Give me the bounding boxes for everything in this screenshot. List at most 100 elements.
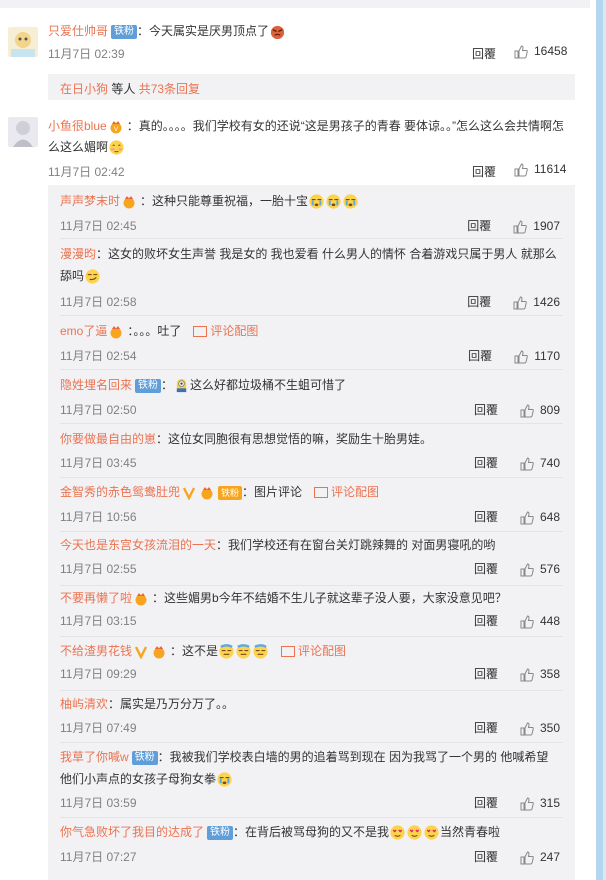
like-button[interactable]: 16458	[514, 44, 567, 59]
thumbs-up-icon	[520, 668, 534, 682]
avatar[interactable]	[8, 117, 38, 147]
reply-username[interactable]: 隐姓埋名回来	[60, 378, 132, 392]
reply-username[interactable]: 不给渣男花钱	[60, 644, 132, 658]
reply-text: ：这种只能尊重祝福，一胎十宝	[140, 194, 309, 208]
thumbs-up-icon	[520, 797, 534, 811]
reply-meta: 11月7日 02:54 回覆 1170	[60, 347, 560, 364]
reply-text: ：这位女同胞很有思想觉悟的嘛，奖励生十胎男娃。	[156, 432, 433, 446]
thumbs-up-icon	[520, 404, 534, 418]
reply-text-row: 不要再懒了啦 ：这些媚男b今年不结婚不生儿子就这辈子没人要，大家没意见吧？	[60, 587, 560, 609]
reply-time: 11月7日 02:50	[60, 403, 137, 417]
reply-username[interactable]: 漫漫昀	[60, 247, 96, 261]
like-button[interactable]: 740	[520, 456, 560, 471]
like-count: 1170	[534, 349, 560, 363]
reply-username[interactable]: 金智秀的赤色鸳鸯肚兜	[60, 485, 180, 499]
comment-image-link[interactable]: 评论配图	[281, 644, 346, 658]
reply-meta: 11月7日 02:55 回覆 576	[60, 560, 560, 577]
thumbs-up-icon	[514, 45, 528, 59]
more-replies-user[interactable]: 在日小狗	[60, 82, 108, 96]
reply-text-row: emo了逼 ：。。。吐了 评论配图	[60, 320, 560, 342]
like-count: 1426	[533, 295, 560, 309]
shy-face-emoji-icon	[109, 140, 124, 155]
reply-meta: 11月7日 03:59 回覆 315	[60, 794, 560, 811]
like-button[interactable]: 350	[520, 721, 560, 736]
like-count: 350	[539, 721, 560, 735]
minion-emoji-icon	[176, 379, 187, 393]
like-button[interactable]: 358	[520, 667, 560, 682]
verified-v-icon	[134, 646, 148, 659]
reply-text: ：在背后被骂母狗的又不是我	[233, 825, 390, 839]
reply-time: 11月7日 02:45	[60, 219, 137, 233]
reply-button[interactable]: 回覆	[474, 456, 498, 470]
heart-eyes-emoji-icon	[390, 825, 405, 840]
like-button[interactable]: 448	[520, 614, 560, 629]
more-replies-bar[interactable]: 在日小狗 等人 共73条回复	[48, 74, 575, 100]
reply-username[interactable]: 我草了你喊w	[60, 750, 129, 764]
reply-username[interactable]: 你要做最自由的崽	[60, 432, 156, 446]
like-button[interactable]: 1907	[513, 219, 560, 234]
like-button[interactable]: 1170	[514, 349, 560, 364]
reply-button[interactable]: 回覆	[467, 219, 491, 233]
sweat-emoji-icon	[253, 644, 268, 659]
comment-image-label: 评论配图	[298, 644, 347, 658]
comment-username[interactable]: 只爱仕帅哥	[48, 24, 108, 38]
heart-eyes-emoji-icon	[424, 825, 439, 840]
reply-button[interactable]: 回覆	[474, 562, 498, 576]
reply-username[interactable]: emo了逼	[60, 324, 107, 338]
iron-fan-badge: 铁粉	[218, 485, 243, 500]
comment-text: ：真的。。。。我们学校有女的还说“这是男孩子的青春 要体谅。。”怎么这么会共情啊…	[48, 119, 565, 154]
like-button[interactable]: 648	[520, 510, 560, 525]
divider	[60, 636, 563, 637]
like-button[interactable]: 576	[520, 562, 560, 577]
crying-emoji-icon	[217, 772, 232, 787]
reply-button[interactable]: 回覆	[474, 850, 498, 864]
reply-time: 11月7日 03:59	[60, 796, 137, 810]
comment-text-row: 只爱仕帅哥 铁粉 ：今天属实是厌男顶点了	[48, 22, 588, 40]
reply-text: ：属实是乃万分万了。。	[108, 697, 235, 711]
image-icon	[281, 646, 296, 658]
reply-username[interactable]: 声声梦末时	[60, 194, 120, 208]
reply-button[interactable]: 回覆	[474, 721, 498, 735]
comment-username[interactable]: 小鱼很blue	[48, 119, 107, 133]
reply-button[interactable]: 回覆	[472, 45, 496, 62]
reply-button[interactable]: 回覆	[474, 667, 498, 681]
reply-time: 11月7日 09:29	[60, 667, 137, 681]
comment-image-link[interactable]: 评论配图	[193, 324, 258, 338]
like-button[interactable]: 11614	[514, 162, 566, 177]
like-button[interactable]: 315	[520, 796, 560, 811]
reply-username[interactable]: 你气急败坏了我目的达成了	[60, 825, 204, 839]
reply-button[interactable]: 回覆	[474, 403, 498, 417]
reply-username[interactable]: 今天也是东宫女孩流泪的一天	[60, 538, 216, 552]
divider	[60, 423, 563, 424]
reply-text: ：这女的败坏女生声誉 我是女的 我也爱看 什么男人的情怀 合着游戏只属于男人 就…	[60, 247, 557, 283]
reply-button[interactable]: 回覆	[472, 163, 496, 180]
reply-text-row: 声声梦末时 ：这种只能尊重祝福，一胎十宝	[60, 190, 560, 212]
reply-button[interactable]: 回覆	[467, 295, 491, 309]
thumbs-up-icon	[514, 163, 528, 177]
reply-text-row: 漫漫昀：这女的败坏女生声誉 我是女的 我也爱看 什么男人的情怀 合着游戏只属于男…	[60, 243, 560, 287]
vip-crown-icon	[201, 486, 213, 500]
like-count: 740	[539, 456, 560, 470]
like-button[interactable]: 247	[520, 850, 560, 865]
comment-image-label: 评论配图	[331, 485, 380, 499]
reply-time: 11月7日 10:56	[60, 510, 137, 524]
vip-crown-icon: V	[110, 120, 122, 134]
divider	[60, 531, 563, 532]
reply-button[interactable]: 回覆	[474, 510, 498, 524]
sweat-emoji-icon	[236, 644, 251, 659]
more-replies-count[interactable]: 共73条回复	[139, 82, 200, 96]
reply-button[interactable]: 回覆	[474, 796, 498, 810]
avatar[interactable]	[8, 27, 38, 57]
smirk-emoji-icon	[85, 269, 100, 284]
reply-username[interactable]: 柚屿清欢	[60, 697, 108, 711]
page-edge-scrollbar[interactable]	[596, 0, 606, 880]
comment-image-link[interactable]: 评论配图	[314, 485, 379, 499]
like-button[interactable]: 1426	[513, 295, 560, 310]
reply-username[interactable]: 不要再懒了啦	[60, 591, 132, 605]
reply-button[interactable]: 回覆	[468, 349, 492, 363]
thumbs-up-icon	[514, 350, 528, 364]
reply-button[interactable]: 回覆	[474, 614, 498, 628]
like-count: 648	[539, 510, 560, 524]
reply-text-row: 不给渣男花钱 ：这不是 评论配图	[60, 640, 560, 662]
like-button[interactable]: 809	[520, 403, 560, 418]
